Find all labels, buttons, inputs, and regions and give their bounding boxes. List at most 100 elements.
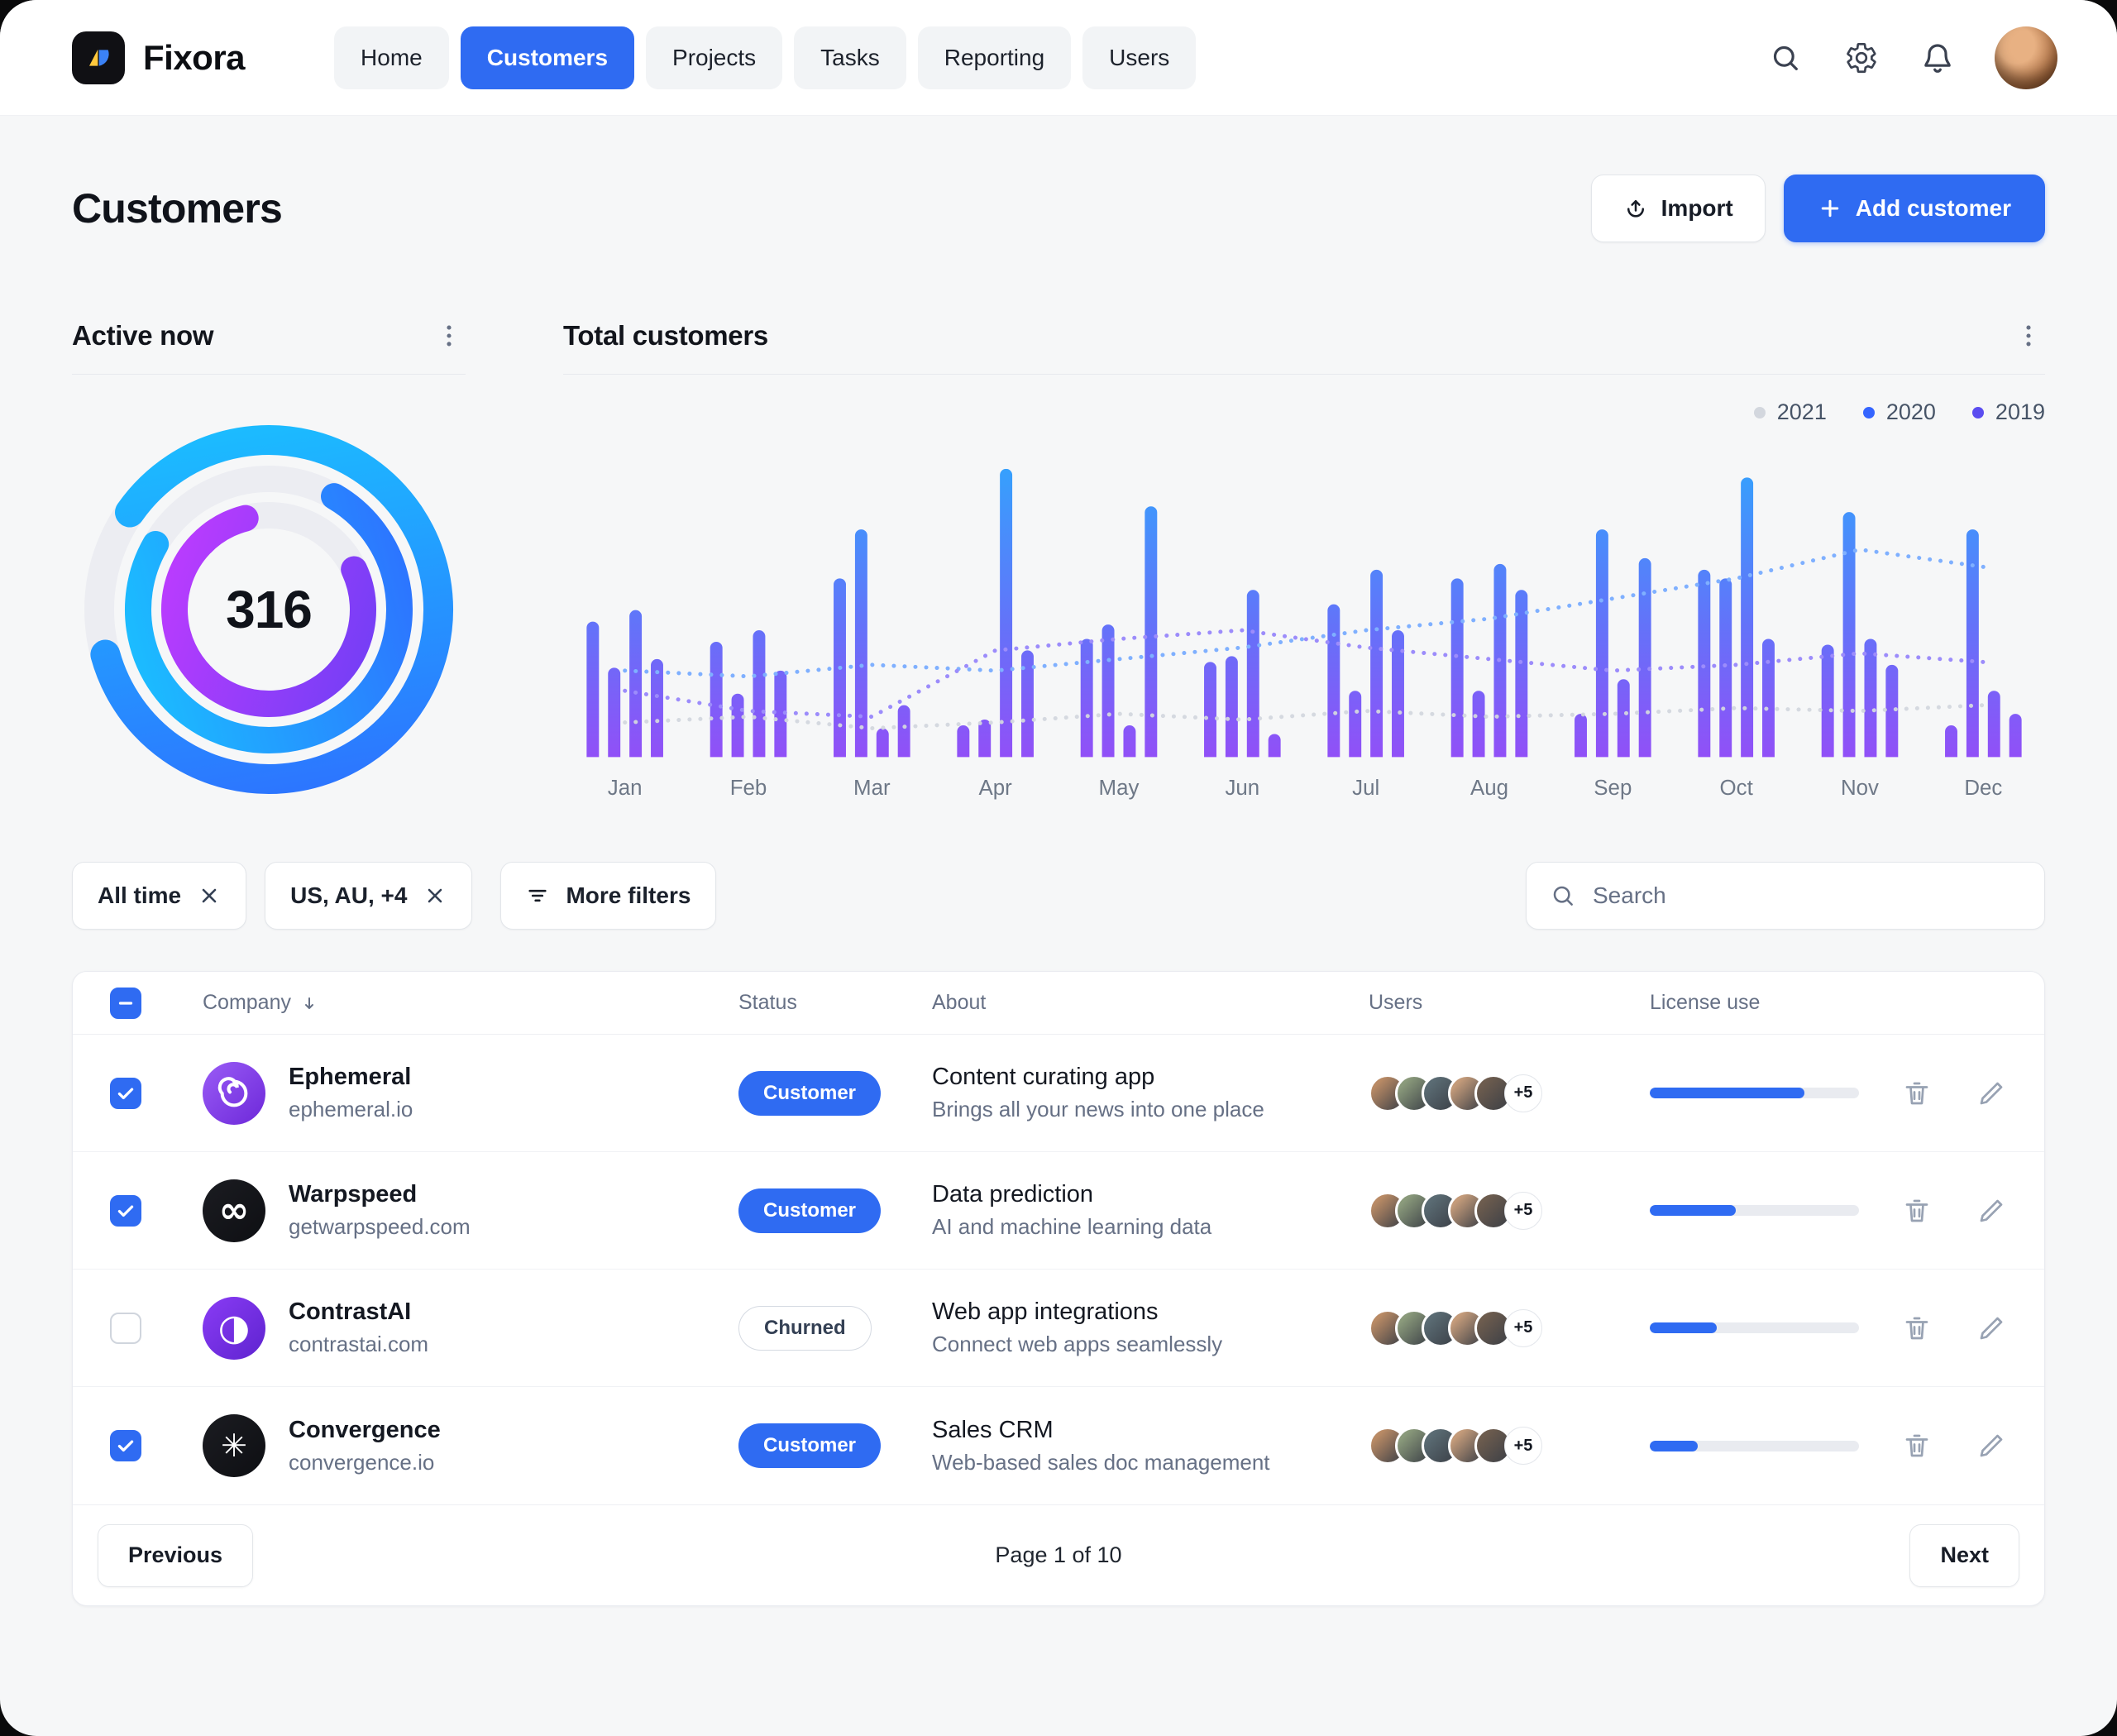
delete-row-button[interactable] bbox=[1898, 1309, 1936, 1347]
column-header-status[interactable]: Status bbox=[738, 991, 932, 1015]
user-avatar[interactable] bbox=[1995, 26, 2057, 89]
legend-dot bbox=[1972, 407, 1984, 418]
total-customers-panel: Total customers 202120202019 bbox=[563, 319, 2045, 809]
edit-row-button[interactable] bbox=[1972, 1192, 2010, 1230]
legend-item: 2019 bbox=[1972, 399, 2045, 425]
nav-item-home[interactable]: Home bbox=[334, 26, 449, 89]
active-now-donut-wrap: 316 bbox=[72, 413, 466, 806]
company-name: ContrastAI bbox=[289, 1298, 428, 1326]
row-checkbox[interactable] bbox=[110, 1313, 141, 1344]
company-name: Warpspeed bbox=[289, 1181, 471, 1208]
row-checkbox[interactable] bbox=[110, 1430, 141, 1461]
about-subtitle: AI and machine learning data bbox=[932, 1214, 1369, 1240]
previous-button[interactable]: Previous bbox=[98, 1524, 253, 1587]
column-header-about[interactable]: About bbox=[932, 991, 1369, 1015]
nav-item-reporting[interactable]: Reporting bbox=[918, 26, 1071, 89]
column-header-company[interactable]: Company bbox=[203, 991, 738, 1015]
add-customer-button[interactable]: Add customer bbox=[1784, 175, 2045, 242]
brand-name: Fixora bbox=[143, 38, 245, 78]
header-actions: Import Add customer bbox=[1591, 175, 2045, 242]
status-badge: Customer bbox=[738, 1188, 881, 1233]
company-domain: ephemeral.io bbox=[289, 1097, 413, 1122]
edit-row-button[interactable] bbox=[1972, 1309, 2010, 1347]
svg-text:Apr: Apr bbox=[979, 777, 1013, 800]
next-button[interactable]: Next bbox=[1909, 1524, 2019, 1587]
table-row[interactable]: Ephemeral ephemeral.io Customer Content … bbox=[73, 1035, 2044, 1152]
svg-text:Aug: Aug bbox=[1470, 777, 1508, 800]
check-icon bbox=[115, 1435, 136, 1456]
svg-text:Sep: Sep bbox=[1594, 777, 1632, 800]
row-checkbox[interactable] bbox=[110, 1078, 141, 1109]
svg-text:Jun: Jun bbox=[1225, 777, 1259, 800]
column-header-license[interactable]: License use bbox=[1650, 991, 1898, 1015]
primary-nav: Home Customers Projects Tasks Reporting … bbox=[334, 26, 1196, 89]
company-name: Convergence bbox=[289, 1417, 441, 1444]
company-name: Ephemeral bbox=[289, 1064, 413, 1091]
svg-text:Jul: Jul bbox=[1352, 777, 1379, 800]
filter-lines-icon bbox=[526, 884, 549, 907]
edit-row-button[interactable] bbox=[1972, 1074, 2010, 1112]
license-progress bbox=[1650, 1322, 1859, 1333]
more-filters-button[interactable]: More filters bbox=[500, 862, 716, 930]
page-header: Customers Import Add customer bbox=[72, 174, 2045, 243]
delete-row-button[interactable] bbox=[1898, 1192, 1936, 1230]
users-extra-badge: +5 bbox=[1504, 1074, 1542, 1112]
import-icon bbox=[1623, 196, 1648, 221]
about-title: Data prediction bbox=[932, 1181, 1369, 1208]
users-avatars: +5 bbox=[1369, 1309, 1650, 1347]
nav-item-tasks[interactable]: Tasks bbox=[794, 26, 906, 89]
company-logo: ◑ bbox=[203, 1297, 265, 1360]
total-customers-menu-button[interactable] bbox=[2012, 319, 2045, 352]
about-title: Sales CRM bbox=[932, 1417, 1369, 1444]
nav-item-projects[interactable]: Projects bbox=[646, 26, 782, 89]
svg-text:Oct: Oct bbox=[1720, 777, 1753, 800]
pencil-icon bbox=[1976, 1078, 2006, 1108]
filter-bar: All time US, AU, +4 More filters bbox=[72, 862, 2045, 930]
brand[interactable]: Fixora bbox=[72, 31, 245, 84]
search-input[interactable] bbox=[1593, 882, 2021, 909]
page-title: Customers bbox=[72, 184, 282, 232]
asterisk-glyph: ✳ bbox=[221, 1430, 247, 1461]
active-now-title: Active now bbox=[72, 320, 213, 352]
table-row[interactable]: ◑ ContrastAI contrastai.com Churned Web … bbox=[73, 1270, 2044, 1387]
trash-icon bbox=[1902, 1431, 1932, 1461]
pencil-icon bbox=[1976, 1313, 2006, 1343]
status-badge: Customer bbox=[738, 1423, 881, 1468]
trash-icon bbox=[1902, 1196, 1932, 1226]
status-badge: Churned bbox=[738, 1306, 872, 1351]
app-window: Fixora Home Customers Projects Tasks Rep… bbox=[0, 0, 2117, 1736]
import-button[interactable]: Import bbox=[1591, 175, 1766, 242]
search-icon bbox=[1550, 882, 1576, 909]
delete-row-button[interactable] bbox=[1898, 1074, 1936, 1112]
search-box bbox=[1526, 862, 2045, 930]
filter-chip-all-time[interactable]: All time bbox=[72, 862, 246, 930]
delete-row-button[interactable] bbox=[1898, 1427, 1936, 1465]
nav-item-users[interactable]: Users bbox=[1082, 26, 1196, 89]
table-row[interactable]: ✳ Convergence convergence.io Customer Sa… bbox=[73, 1387, 2044, 1504]
close-icon[interactable] bbox=[423, 884, 447, 907]
search-icon[interactable] bbox=[1766, 39, 1804, 77]
nav-item-customers[interactable]: Customers bbox=[461, 26, 634, 89]
company-domain: convergence.io bbox=[289, 1450, 441, 1475]
row-checkbox[interactable] bbox=[110, 1195, 141, 1227]
svg-text:Feb: Feb bbox=[730, 777, 767, 800]
select-all-checkbox[interactable] bbox=[110, 988, 141, 1019]
company-logo: ∞ bbox=[203, 1179, 265, 1242]
company-domain: contrastai.com bbox=[289, 1332, 428, 1357]
kebab-icon bbox=[2014, 322, 2043, 350]
column-header-users[interactable]: Users bbox=[1369, 991, 1650, 1015]
users-extra-badge: +5 bbox=[1504, 1192, 1542, 1230]
filter-chip-regions[interactable]: US, AU, +4 bbox=[265, 862, 472, 930]
table-row[interactable]: ∞ Warpspeed getwarpspeed.com Customer Da… bbox=[73, 1152, 2044, 1270]
notifications-bell-icon[interactable] bbox=[1919, 39, 1957, 77]
company-logo bbox=[203, 1062, 265, 1125]
active-now-value: 316 bbox=[72, 413, 466, 806]
svg-text:Nov: Nov bbox=[1841, 777, 1879, 800]
check-icon bbox=[115, 1083, 136, 1104]
settings-gear-icon[interactable] bbox=[1842, 39, 1880, 77]
users-avatars: +5 bbox=[1369, 1192, 1650, 1230]
active-now-menu-button[interactable] bbox=[432, 319, 466, 352]
spiral-glyph bbox=[215, 1074, 253, 1112]
edit-row-button[interactable] bbox=[1972, 1427, 2010, 1465]
close-icon[interactable] bbox=[198, 884, 221, 907]
